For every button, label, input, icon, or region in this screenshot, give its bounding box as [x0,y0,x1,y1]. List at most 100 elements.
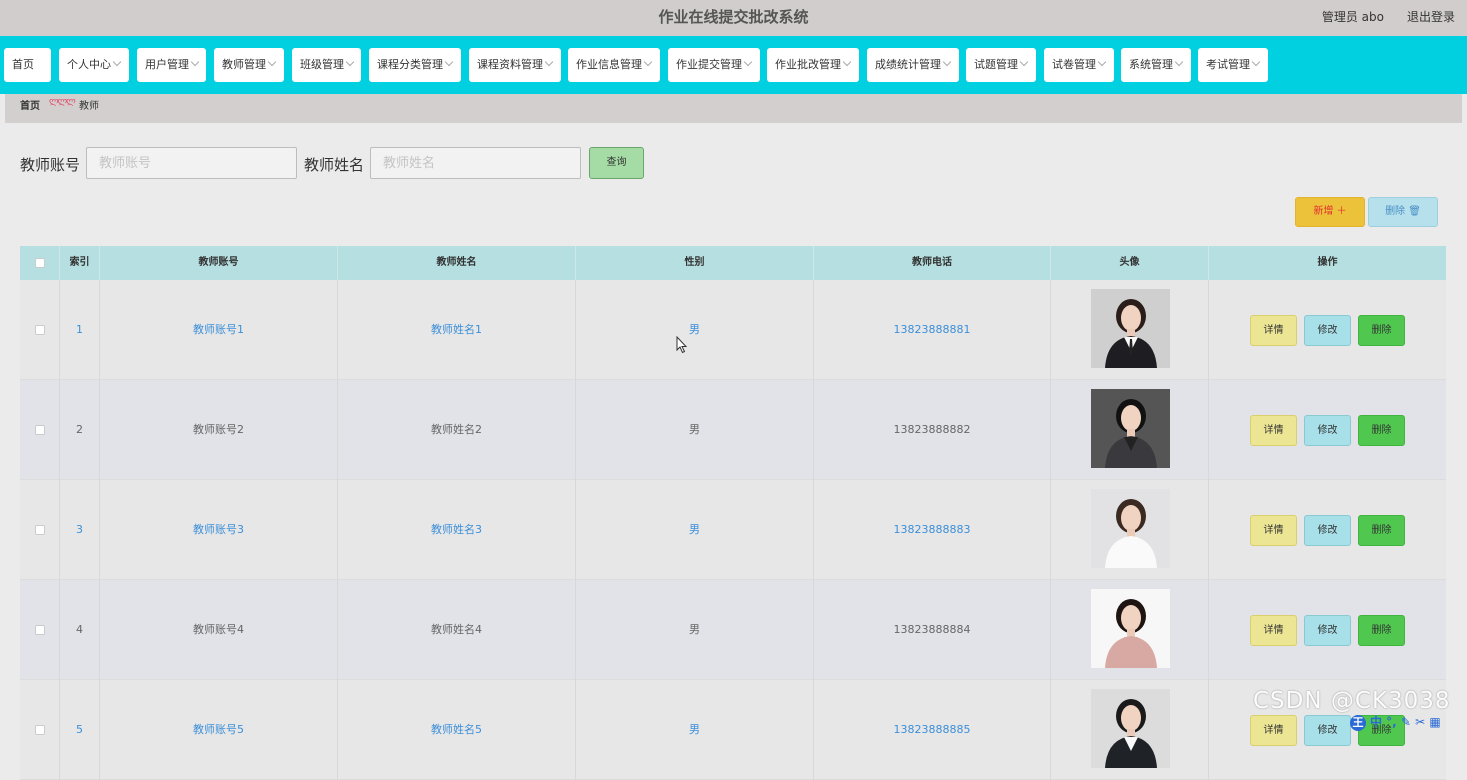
ime-toolbar[interactable]: 王中 °, ✎ ✂ ▦ [1350,713,1441,731]
detail-button[interactable]: 详情 [1250,615,1297,646]
cell-account: 教师账号4 [100,580,338,680]
header-avatar: 头像 [1051,246,1209,280]
chevron-down-icon [444,57,454,67]
detail-button[interactable]: 详情 [1250,415,1297,446]
ime-toolbar-icons: 中 °, ✎ ✂ ▦ [1370,715,1441,729]
cell-index: 4 [60,580,100,680]
chevron-down-icon [544,57,554,67]
edit-button[interactable]: 修改 [1304,415,1351,446]
logout-link[interactable]: 退出登录 [1407,0,1455,34]
teacher-avatar[interactable] [1091,589,1170,668]
nav-item-14[interactable]: 系统管理 [1121,48,1191,82]
chevron-down-icon [190,57,200,67]
edit-button[interactable]: 修改 [1304,515,1351,546]
breadcrumb: 首页 ლლლ 教师 [5,94,1462,123]
cell-phone: 13823888883 [814,480,1051,580]
teacher-avatar[interactable] [1091,389,1170,468]
nav-item-8[interactable]: 作业信息管理 [568,48,660,82]
chevron-down-icon [112,57,122,67]
nav-item-13[interactable]: 试卷管理 [1044,48,1114,82]
nav-item-7[interactable]: 课程资料管理 [469,48,561,82]
row-checkbox[interactable] [35,725,45,735]
nav-item-12[interactable]: 试题管理 [966,48,1036,82]
add-button[interactable]: 新增 ＋ [1295,197,1365,227]
cell-name: 教师姓名4 [338,580,576,680]
app-title: 作业在线提交批改系统 [658,8,809,26]
chevron-down-icon [842,57,852,67]
nav-item-11[interactable]: 成绩统计管理 [867,48,959,82]
nav-item-10[interactable]: 作业批改管理 [767,48,859,82]
row-checkbox[interactable] [35,625,45,635]
delete-button[interactable]: 删除 [1358,515,1405,546]
query-button[interactable]: 查询 [589,147,644,179]
detail-button[interactable]: 详情 [1250,515,1297,546]
header-index: 索引 [60,246,100,280]
cell-gender: 男 [576,680,814,780]
table-row: 2 教师账号2 教师姓名2 男 13823888882 详情 修改 删除 [20,380,1446,480]
edit-button[interactable]: 修改 [1304,615,1351,646]
row-checkbox[interactable] [35,425,45,435]
nav-item-label: 系统管理 [1129,58,1173,71]
cell-phone: 13823888885 [814,680,1051,780]
cell-name: 教师姓名2 [338,380,576,480]
chevron-down-icon [1097,57,1107,67]
nav-item-label: 教师管理 [222,58,266,71]
chevron-down-icon [643,57,653,67]
cell-account: 教师账号2 [100,380,338,480]
delete-button[interactable]: 删除 [1358,615,1405,646]
teacher-avatar[interactable] [1091,689,1170,768]
nav-item-label: 试卷管理 [1052,58,1096,71]
cell-name: 教师姓名3 [338,480,576,580]
cell-phone: 13823888882 [814,380,1051,480]
cell-account: 教师账号3 [100,480,338,580]
chevron-down-icon [942,57,952,67]
teacher-avatar[interactable] [1091,289,1170,368]
chevron-down-icon [743,57,753,67]
csdn-watermark: CSDN @CK3038 [1253,688,1451,714]
chevron-down-icon [345,57,355,67]
edit-button[interactable]: 修改 [1304,315,1351,346]
delete-button[interactable]: 删除 [1358,415,1405,446]
ime-logo-icon: 王 [1350,715,1366,731]
row-checkbox[interactable] [35,325,45,335]
nav-item-9[interactable]: 作业提交管理 [668,48,760,82]
header-actions: 操作 [1317,257,1338,268]
row-checkbox[interactable] [35,525,45,535]
row-select-cell [20,380,60,480]
nav-item-5[interactable]: 班级管理 [292,48,361,82]
nav-item-label: 成绩统计管理 [875,58,941,71]
nav-item-label: 用户管理 [145,58,189,71]
nav-item-1[interactable]: 首页 [4,48,51,82]
teacher-account-input[interactable] [86,147,297,179]
breadcrumb-home[interactable]: 首页 [20,97,40,112]
cell-index: 3 [60,480,100,580]
delete-button[interactable]: 删除 [1358,315,1405,346]
teacher-name-input[interactable] [370,147,581,179]
nav-item-4[interactable]: 教师管理 [214,48,284,82]
nav-item-label: 作业批改管理 [775,58,841,71]
cell-name: 教师姓名1 [338,280,576,380]
cell-phone: 13823888884 [814,580,1051,680]
cell-account: 教师账号1 [100,280,338,380]
nav-item-2[interactable]: 个人中心 [59,48,129,82]
batch-delete-button[interactable]: 删除 🗑 [1368,197,1438,227]
cell-gender: 男 [576,380,814,480]
table-row: 3 教师账号3 教师姓名3 男 13823888883 详情 修改 删除 [20,480,1446,580]
table-row: 4 教师账号4 教师姓名4 男 13823888884 详情 修改 删除 [20,580,1446,680]
chevron-down-icon [1251,57,1261,67]
row-select-cell [20,680,60,780]
select-all-checkbox[interactable] [35,258,45,268]
nav-item-3[interactable]: 用户管理 [137,48,206,82]
nav-item-15[interactable]: 考试管理 [1198,48,1268,82]
teacher-avatar[interactable] [1091,489,1170,568]
select-all-cell [20,246,60,280]
header-name: 教师姓名 [338,246,576,280]
nav-item-6[interactable]: 课程分类管理 [369,48,461,82]
nav-item-label: 个人中心 [67,58,111,71]
detail-button[interactable]: 详情 [1250,315,1297,346]
top-bar: 作业在线提交批改系统 管理员 abo 退出登录 [0,0,1467,36]
cell-gender: 男 [576,280,814,380]
cell-gender: 男 [576,480,814,580]
nav-item-label: 课程资料管理 [477,58,543,71]
nav-item-label: 课程分类管理 [377,58,443,71]
